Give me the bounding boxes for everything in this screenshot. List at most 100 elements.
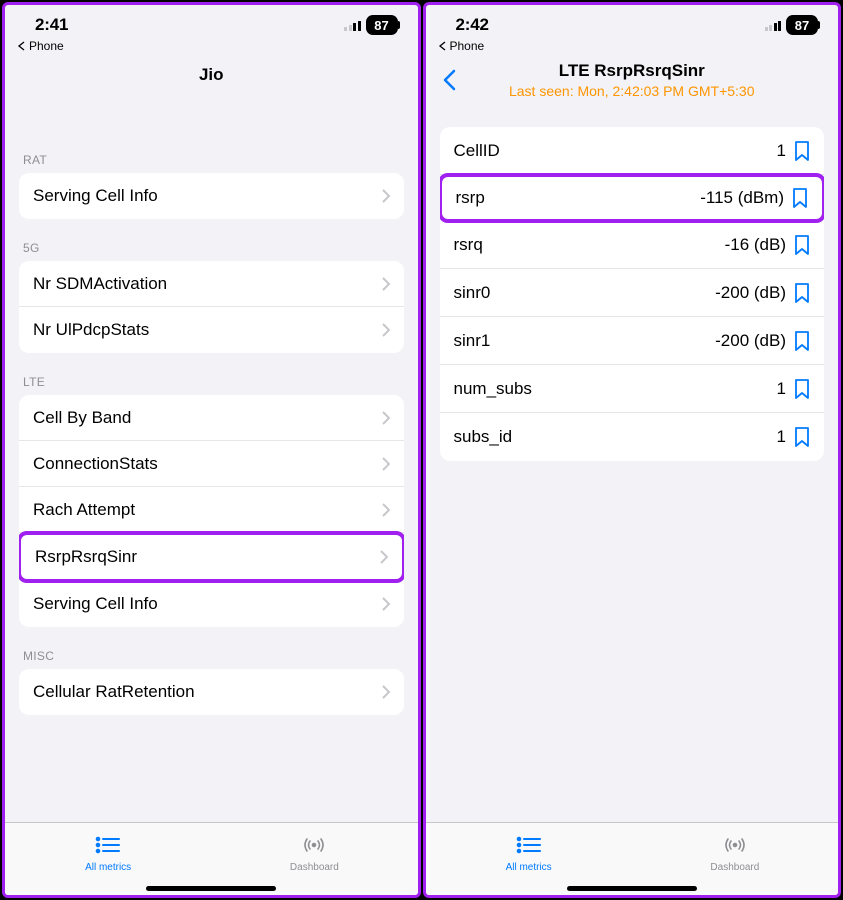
page-title: Jio <box>5 57 418 93</box>
metric-row-highlighted[interactable]: rsrp -115 (dBm) <box>440 173 825 223</box>
chevron-left-icon <box>442 69 458 91</box>
list-item-label: Nr SDMActivation <box>33 274 167 294</box>
phone-left: 2:41 87 Phone Jio RAT Serving Cell Info <box>2 2 421 898</box>
status-bar: 2:41 87 <box>5 5 418 39</box>
tab-bar: All metrics Dashboard <box>426 822 839 880</box>
chevron-right-icon <box>382 323 390 337</box>
metric-value: 1 <box>777 141 786 161</box>
home-indicator-area <box>5 880 418 895</box>
battery-indicator: 87 <box>786 15 818 35</box>
status-bar: 2:42 87 <box>426 5 839 39</box>
list-item-label: Nr UlPdcpStats <box>33 320 149 340</box>
tab-label: All metrics <box>506 862 552 873</box>
metric-value: -16 (dB) <box>725 235 786 255</box>
metric-key: sinr0 <box>454 283 491 303</box>
list-5g: Nr SDMActivation Nr UlPdcpStats <box>19 261 404 353</box>
metric-value: -200 (dB) <box>715 331 786 351</box>
section-header-5g: 5G <box>19 219 404 261</box>
chevron-left-icon <box>438 41 448 51</box>
breadcrumb-label: Phone <box>450 39 485 53</box>
metric-row[interactable]: subs_id 1 <box>440 413 825 461</box>
metric-key: subs_id <box>454 427 513 447</box>
tab-all-metrics[interactable]: All metrics <box>5 823 211 880</box>
tab-dashboard[interactable]: Dashboard <box>211 823 417 880</box>
metric-key: rsrp <box>456 188 485 208</box>
antenna-icon <box>722 835 748 860</box>
metric-key: rsrq <box>454 235 483 255</box>
list-icon <box>95 835 121 860</box>
list-item-label: Serving Cell Info <box>33 186 158 206</box>
list-item-highlighted[interactable]: RsrpRsrqSinr <box>19 531 404 583</box>
tab-bar: All metrics Dashboard <box>5 822 418 880</box>
chevron-right-icon <box>382 457 390 471</box>
bookmark-icon[interactable] <box>792 188 808 208</box>
chevron-right-icon <box>382 411 390 425</box>
bookmark-icon[interactable] <box>794 427 810 447</box>
chevron-right-icon <box>382 685 390 699</box>
list-item-label: RsrpRsrqSinr <box>35 547 137 567</box>
tab-dashboard[interactable]: Dashboard <box>632 823 838 880</box>
list-item[interactable]: Nr UlPdcpStats <box>19 307 404 353</box>
metric-row[interactable]: sinr0 -200 (dB) <box>440 269 825 317</box>
list-item-label: ConnectionStats <box>33 454 158 474</box>
back-button[interactable] <box>436 66 464 94</box>
section-header-lte: LTE <box>19 353 404 395</box>
antenna-icon <box>301 835 327 860</box>
bookmark-icon[interactable] <box>794 283 810 303</box>
home-indicator-area <box>426 880 839 895</box>
signal-icon <box>344 19 361 31</box>
list-item-label: Cellular RatRetention <box>33 682 195 702</box>
section-header-rat: RAT <box>19 131 404 173</box>
metric-key: sinr1 <box>454 331 491 351</box>
tab-label: Dashboard <box>290 862 339 873</box>
list-rat: Serving Cell Info <box>19 173 404 219</box>
chevron-right-icon <box>382 597 390 611</box>
metric-row[interactable]: num_subs 1 <box>440 365 825 413</box>
bookmark-icon[interactable] <box>794 141 810 161</box>
breadcrumb-back[interactable]: Phone <box>426 39 839 57</box>
bookmark-icon[interactable] <box>794 331 810 351</box>
bookmark-icon[interactable] <box>794 235 810 255</box>
page-title: LTE RsrpRsrqSinr <box>464 61 801 81</box>
chevron-right-icon <box>382 189 390 203</box>
tab-all-metrics[interactable]: All metrics <box>426 823 632 880</box>
metric-key: num_subs <box>454 379 532 399</box>
chevron-left-icon <box>17 41 27 51</box>
list-item[interactable]: Serving Cell Info <box>19 173 404 219</box>
list-item[interactable]: Cell By Band <box>19 395 404 441</box>
battery-indicator: 87 <box>366 15 398 35</box>
content-scroll[interactable]: RAT Serving Cell Info 5G Nr SDMActivatio… <box>5 93 418 822</box>
list-item[interactable]: Nr SDMActivation <box>19 261 404 307</box>
home-indicator[interactable] <box>567 886 697 891</box>
section-header-misc: MISC <box>19 627 404 669</box>
list-item[interactable]: Rach Attempt <box>19 487 404 533</box>
page-subtitle: Last seen: Mon, 2:42:03 PM GMT+5:30 <box>464 83 801 99</box>
breadcrumb-label: Phone <box>29 39 64 53</box>
list-misc: Cellular RatRetention <box>19 669 404 715</box>
bookmark-icon[interactable] <box>794 379 810 399</box>
tab-label: All metrics <box>85 862 131 873</box>
metric-key: CellID <box>454 141 500 161</box>
status-time: 2:42 <box>456 15 489 35</box>
metric-row[interactable]: sinr1 -200 (dB) <box>440 317 825 365</box>
signal-icon <box>765 19 782 31</box>
home-indicator[interactable] <box>146 886 276 891</box>
list-item-label: Rach Attempt <box>33 500 135 520</box>
list-item[interactable]: ConnectionStats <box>19 441 404 487</box>
list-item[interactable]: Cellular RatRetention <box>19 669 404 715</box>
list-item[interactable]: Serving Cell Info <box>19 581 404 627</box>
tab-label: Dashboard <box>710 862 759 873</box>
list-icon <box>516 835 542 860</box>
breadcrumb-back[interactable]: Phone <box>5 39 418 57</box>
chevron-right-icon <box>382 277 390 291</box>
list-item-label: Serving Cell Info <box>33 594 158 614</box>
list-item-label: Cell By Band <box>33 408 131 428</box>
metric-row[interactable]: CellID 1 <box>440 127 825 175</box>
status-time: 2:41 <box>35 15 68 35</box>
content-scroll[interactable]: CellID 1 rsrp -115 (dBm) rsrq <box>426 99 839 822</box>
metric-row[interactable]: rsrq -16 (dB) <box>440 221 825 269</box>
metric-value: 1 <box>777 379 786 399</box>
chevron-right-icon <box>380 550 388 564</box>
metric-value: 1 <box>777 427 786 447</box>
metrics-list: CellID 1 rsrp -115 (dBm) rsrq <box>440 127 825 461</box>
